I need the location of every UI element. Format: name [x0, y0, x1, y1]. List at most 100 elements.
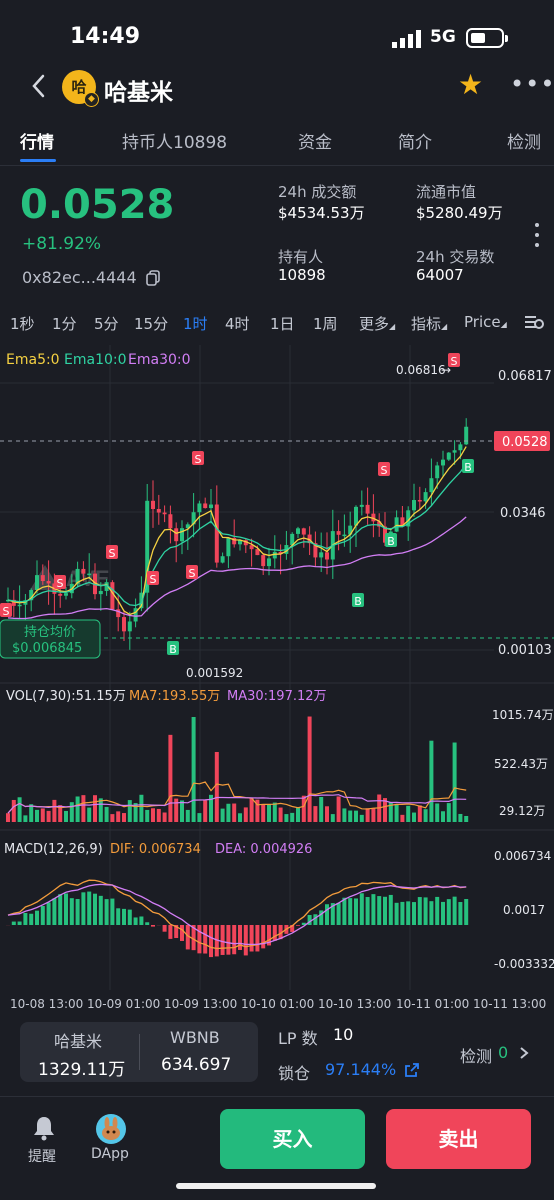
contract-address[interactable]: 0x82ec...4444	[22, 268, 137, 287]
vol-ma7-legend: MA7:193.55万	[129, 689, 220, 704]
back-icon[interactable]	[28, 72, 50, 100]
lock-value[interactable]: 97.144%	[325, 1060, 396, 1079]
macd-bar	[116, 908, 121, 925]
macd-bar	[342, 897, 347, 925]
chart-settings-icon[interactable]	[524, 312, 544, 332]
macd-bar	[365, 897, 370, 925]
sell-marker-label: S	[195, 453, 202, 466]
tab-intro[interactable]: 简介	[398, 128, 432, 153]
indicator-menu[interactable]: 指标◢	[411, 313, 447, 334]
sell-button[interactable]: 卖出	[386, 1109, 531, 1169]
volume-bar	[429, 740, 434, 822]
volume-bar	[232, 803, 237, 822]
volume-bar	[122, 813, 126, 822]
volume-bar	[197, 813, 202, 822]
token-name: 哈基米	[104, 80, 173, 106]
dapp-label[interactable]: DApp	[91, 1146, 129, 1162]
chart-grid	[0, 345, 494, 990]
macd-bar	[255, 925, 260, 952]
candle-body	[98, 590, 103, 595]
volume-bar	[342, 808, 347, 822]
timeframe-1w[interactable]: 1周	[313, 313, 338, 334]
price-axis-mid: 0.0346	[500, 506, 546, 521]
volume-bar	[336, 796, 341, 822]
candle-body	[296, 528, 300, 534]
stat-txcount-value: 64007	[416, 266, 464, 284]
sell-marker-label: S	[3, 605, 10, 618]
timeframe-15m[interactable]: 15分	[134, 313, 168, 334]
volume-bar	[417, 805, 422, 822]
candle-body	[127, 621, 132, 632]
dapp-icon[interactable]	[96, 1114, 126, 1144]
macd-bar	[168, 925, 173, 939]
macd-bar	[209, 925, 213, 958]
bell-icon[interactable]	[32, 1115, 56, 1141]
macd-bar	[348, 898, 353, 925]
macd-bar	[180, 925, 184, 941]
timeframe-1d[interactable]: 1日	[270, 313, 295, 334]
price-change: +81.92%	[22, 234, 102, 254]
candle-body	[301, 528, 306, 535]
sell-marker-label: S	[189, 567, 196, 580]
vol-axis-max: 1015.74万	[492, 708, 554, 722]
candle-body	[261, 555, 266, 567]
detect-label[interactable]: 检测	[460, 1043, 492, 1067]
lp-count-label: LP 数	[278, 1029, 318, 1048]
timeframe-1s[interactable]: 1秒	[10, 313, 35, 334]
macd-bar	[145, 922, 150, 925]
pool-base-label: WBNB	[170, 1028, 220, 1047]
pool-token-label: 哈基米	[54, 1032, 103, 1051]
volume-bar	[23, 815, 28, 822]
favorite-star-icon[interactable]: ★	[458, 70, 488, 100]
timeframe-1h[interactable]: 1时	[183, 313, 208, 334]
volume-bar	[400, 814, 405, 822]
volume-bar	[278, 807, 283, 822]
candle-body	[122, 617, 126, 632]
macd-bar	[110, 898, 115, 925]
macd-bar	[458, 902, 463, 925]
copy-icon[interactable]	[146, 270, 160, 286]
volume-bar	[365, 808, 370, 822]
candle-body	[151, 500, 155, 509]
macd-bar	[58, 894, 63, 925]
candle-body	[458, 444, 463, 451]
volume-bar	[272, 802, 277, 822]
time-label-7: 10-11 13:00	[473, 997, 546, 1011]
timeframe-1m[interactable]: 1分	[52, 313, 77, 334]
volume-bar	[319, 796, 324, 822]
volume-bar	[156, 808, 161, 822]
tab-market[interactable]: 行情	[20, 128, 54, 153]
volume-bar	[267, 804, 271, 822]
timeframe-5m[interactable]: 5分	[94, 313, 119, 334]
pool-divider	[139, 1034, 140, 1070]
timeframe-4h[interactable]: 4时	[225, 313, 250, 334]
vertical-more-icon[interactable]	[535, 222, 539, 248]
alert-label[interactable]: 提醒	[28, 1146, 56, 1166]
candle-body	[35, 575, 39, 591]
macd-bar	[64, 893, 68, 925]
macd-bar	[325, 904, 329, 925]
more-menu-icon[interactable]: •••	[510, 72, 554, 96]
kline-chart[interactable]: AVE SSSS SSSSBBBB Ema5:0 Ema10:0 Ema30:0 …	[0, 340, 554, 1020]
tab-funds[interactable]: 资金	[298, 128, 332, 153]
volume-bar	[301, 795, 306, 822]
volume-bar	[226, 803, 231, 822]
buy-button[interactable]: 买入	[220, 1109, 365, 1169]
candle-body	[464, 426, 469, 445]
external-link-icon[interactable]	[404, 1062, 420, 1078]
chevron-right-icon[interactable]	[518, 1046, 530, 1060]
candlestick-series	[6, 418, 469, 650]
vol-axis-mid: 522.43万	[494, 757, 548, 771]
volume-bar	[52, 799, 57, 822]
volume-bar	[214, 751, 219, 822]
price-mode-menu[interactable]: Price◢	[464, 313, 507, 331]
time-label-5: 10-10 13:00	[318, 997, 391, 1011]
tab-holders[interactable]: 持币人10898	[122, 128, 227, 153]
candle-body	[365, 504, 370, 514]
volume-bar	[127, 800, 132, 822]
timeframe-more[interactable]: 更多◢	[359, 313, 395, 334]
macd-bar	[81, 892, 86, 925]
volume-bar	[243, 807, 248, 822]
volume-bar	[29, 804, 34, 822]
tab-detect[interactable]: 检测	[507, 128, 541, 153]
